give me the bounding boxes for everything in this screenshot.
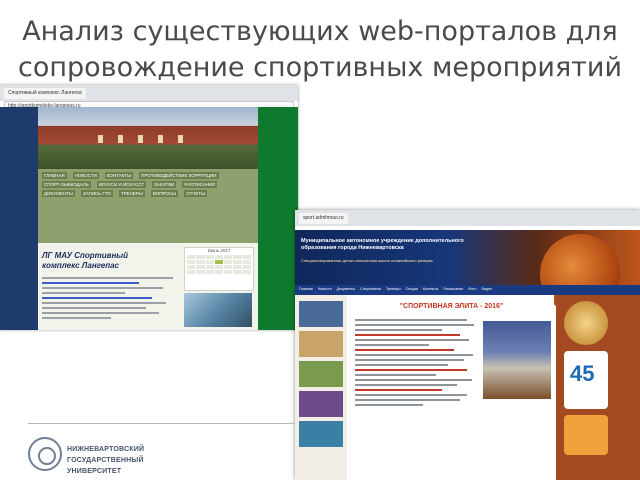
window-decor	[178, 135, 183, 143]
nav-item[interactable]: Главная	[299, 287, 313, 291]
sidebar-thumbnail[interactable]	[299, 331, 343, 357]
sidebar-thumbnail[interactable]	[299, 301, 343, 327]
site-heading: ЛГ МАУ Спортивный комплекс Лангепас	[42, 251, 129, 270]
nav-item[interactable]: КОНТАКТЫ	[104, 172, 134, 179]
nav-item[interactable]: Секции	[406, 287, 418, 291]
footer-divider	[28, 423, 295, 424]
site-content: ЛГ МАУ Спортивный комплекс Лангепас Июнь…	[38, 243, 258, 330]
page-background-left	[0, 107, 38, 330]
sidebar-thumbnail[interactable]	[299, 361, 343, 387]
city-emblem	[564, 415, 608, 455]
browser-tab-bar: sport.admhmao.ru	[295, 210, 640, 226]
browser-tab[interactable]: sport.admhmao.ru	[299, 212, 348, 224]
sidebar-thumbnail[interactable]	[299, 421, 343, 447]
nav-item[interactable]: ЗАПИСЬ ГТО	[80, 190, 113, 197]
nav-item[interactable]: Спортсмены	[360, 287, 381, 291]
nav-item[interactable]: РАСПИСАНИЕ	[182, 181, 218, 188]
browser-tab[interactable]: Спортивный комплекс Лангепас	[4, 87, 87, 99]
nav-item[interactable]: ИСКУСИ И ИСКУССТ	[96, 181, 147, 188]
nav-item[interactable]: Документы	[337, 287, 356, 291]
window-decor	[158, 135, 163, 143]
nav-item[interactable]: Расписание	[443, 287, 463, 291]
screenshot-sport-complex-site: Спортивный комплекс Лангепас http://spor…	[0, 85, 298, 330]
university-logo	[28, 437, 62, 471]
news-text-block	[42, 277, 180, 322]
calendar-widget[interactable]: Июнь 2017	[184, 247, 254, 291]
nav-item[interactable]: ТРЕНЕРЫ	[118, 190, 145, 197]
anniversary-logo: 45	[564, 351, 608, 409]
nav-item[interactable]: НОВОСТИ	[72, 172, 99, 179]
nav-item[interactable]: Тренеры	[386, 287, 401, 291]
article-title: "СПОРТИВНАЯ ЭЛИТА - 2016"	[399, 303, 504, 310]
sports-photo	[184, 293, 252, 327]
calendar-grid	[185, 253, 253, 276]
nav-item[interactable]: ЗАКУПКИ	[152, 181, 177, 188]
banner-title: Муниципальное автономное учреждение допо…	[301, 238, 464, 251]
screenshot-sport-school-site: sport.admhmao.ru Муниципальное автономно…	[295, 210, 640, 480]
nav-item[interactable]: Новости	[318, 287, 332, 291]
sidebar-thumbnail[interactable]	[299, 391, 343, 417]
anniversary-number: 45	[570, 361, 595, 386]
nav-item[interactable]: СПОРТ-ЗЫБКОДАЛЬ	[42, 181, 91, 188]
site-nav: ГЛАВНАЯ НОВОСТИ КОНТАКТЫ ПРОТИВОДЕЙСТВИЕ…	[38, 169, 258, 243]
browser-tab-bar: Спортивный комплекс Лангепас	[0, 85, 298, 101]
nav-item[interactable]: ОТЧЕТЫ	[184, 190, 208, 197]
school-emblem	[564, 301, 608, 345]
site-banner: Муниципальное автономное учреждение допо…	[295, 230, 640, 314]
university-name-line-1: НИЖНЕВАРТОВСКИЙ	[67, 446, 145, 453]
nav-item[interactable]: ВОПРОСЫ	[150, 190, 179, 197]
site-nav: Главная Новости Документы Спортсмены Тре…	[295, 285, 640, 295]
window-decor	[138, 135, 143, 143]
nav-item[interactable]: Фото	[468, 287, 476, 291]
slide-title: Анализ существующих web-порталов для соп…	[0, 14, 640, 86]
right-sidebar: 45	[556, 295, 640, 480]
window-decor	[98, 135, 103, 143]
left-sidebar	[295, 295, 347, 480]
nav-item[interactable]: ДОКУМЕНТЫ	[42, 190, 75, 197]
banner-subtitle: Специализированная детско-юношеская школ…	[301, 258, 433, 263]
window-decor	[118, 135, 123, 143]
article-text	[355, 319, 479, 409]
slide-title-line-1: Анализ существующих web-порталов для	[22, 16, 618, 47]
nav-item[interactable]: Видео	[481, 287, 492, 291]
building-photo	[38, 107, 258, 169]
main-content: "СПОРТИВНАЯ ЭЛИТА - 2016"	[349, 295, 554, 480]
nav-item[interactable]: Контакты	[423, 287, 439, 291]
university-name: НИЖНЕВАРТОВСКИЙ ГОСУДАРСТВЕННЫЙ УНИВЕРСИ…	[67, 444, 187, 477]
site-header: ГЛАВНАЯ НОВОСТИ КОНТАКТЫ ПРОТИВОДЕЙСТВИЕ…	[38, 107, 258, 243]
page-background-right	[258, 107, 298, 330]
slide-title-line-2: сопровождение спортивных мероприятий	[17, 52, 623, 83]
nav-item[interactable]: ГЛАВНАЯ	[42, 172, 67, 179]
nav-item[interactable]: ПРОТИВОДЕЙСТВИЕ КОРРУПЦИИ	[139, 172, 219, 179]
award-photo	[483, 321, 551, 399]
university-name-line-2: ГОСУДАРСТВЕННЫЙ УНИВЕРСИТЕТ	[67, 457, 144, 475]
